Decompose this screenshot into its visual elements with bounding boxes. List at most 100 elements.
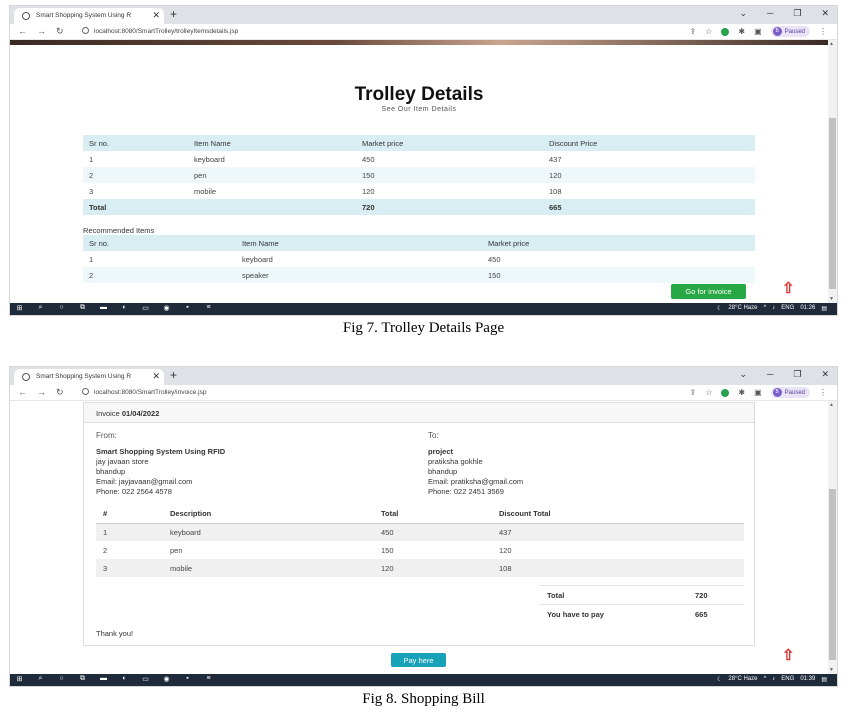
invoice-table: # Description Total Discount Total 1 key… [96,505,744,577]
chrome-icon[interactable]: ◉ [161,304,172,312]
restore-icon[interactable]: ❐ [793,369,801,380]
col-header: Discount Price [543,135,755,151]
avatar: B [772,388,782,397]
table-row: 1 keyboard 450 437 [83,151,755,167]
puzzle-icon[interactable]: ✱ [738,27,745,36]
scroll-up-icon[interactable]: ▲ [829,402,834,408]
scroll-down-icon[interactable]: ▼ [829,667,834,673]
cortana-icon[interactable]: ○ [56,675,67,683]
cell: 150 [381,545,394,555]
extension-icon[interactable] [721,388,730,397]
app-icon[interactable]: ≡ [203,675,214,683]
url-field[interactable]: localhost:8080/SmartTrolley/trolleyItems… [82,27,238,35]
profile-button[interactable]: B Paused [770,26,810,37]
puzzle-icon[interactable]: ✱ [738,388,745,397]
forward-icon[interactable]: → [37,26,46,37]
to-name: project [428,447,454,456]
new-tab-icon[interactable]: + [170,368,177,382]
extension-icon[interactable] [721,27,730,36]
notification-icon[interactable]: ▤ [821,305,827,312]
minimize-icon[interactable]: ─ [767,8,773,19]
chevron-down-icon[interactable]: ⌄ [739,369,747,380]
url-field[interactable]: localhost:8080/SmartTrolley/invoice.jsp [82,388,206,396]
pay-here-button[interactable]: Pay here [391,653,446,667]
col-header: # [96,505,163,524]
info-icon[interactable] [82,388,89,395]
search-icon[interactable]: ⌕ [35,304,46,312]
scrollbar[interactable]: ▲ ▼ [828,401,837,674]
weather-text: 28°C Haze [728,676,758,682]
browser-tab[interactable]: Smart Shopping System Using R ✕ [14,8,164,24]
windows-icon[interactable]: ⊞ [14,304,25,312]
col-header: Sr no. [83,135,188,151]
info-icon[interactable] [82,27,89,34]
url-text: localhost:8080/SmartTrolley/invoice.jsp [94,389,207,396]
to-line: bhandup [428,467,458,476]
cell: 1 [96,523,163,541]
star-icon[interactable]: ☆ [705,27,712,36]
scroll-up-icon[interactable]: ▲ [829,41,834,47]
forward-icon[interactable]: → [37,387,46,398]
minimize-icon[interactable]: ─ [767,369,773,380]
star-icon[interactable]: ☆ [705,388,712,397]
search-icon[interactable]: ⌕ [35,675,46,683]
table-row: 3 mobile 120 108 [96,559,744,577]
scrollbar-thumb[interactable] [829,489,836,660]
go-for-invoice-button[interactable]: Go for invoice [671,284,746,299]
close-window-icon[interactable]: ✕ [821,369,829,380]
scroll-down-icon[interactable]: ▼ [829,296,834,302]
windows-icon[interactable]: ⊞ [14,675,25,683]
scrollbar[interactable]: ▲ ▼ [828,40,837,303]
close-tab-icon[interactable]: ✕ [152,371,160,382]
pay-summary-row: You have to pay 665 [539,604,744,623]
file-explorer-icon[interactable]: ▬ [98,675,109,683]
new-tab-icon[interactable]: + [170,7,177,21]
chevron-down-icon[interactable]: ⌄ [739,8,747,19]
notification-icon[interactable]: ▤ [821,676,827,683]
back-icon[interactable]: ← [18,387,27,398]
back-icon[interactable]: ← [18,26,27,37]
volume-icon[interactable]: ♪ [772,305,775,312]
from-line: jay javaan store [96,457,149,466]
sidepanel-icon[interactable]: ▣ [754,27,762,36]
edge-icon[interactable]: ◐ [119,304,130,312]
close-window-icon[interactable]: ✕ [821,8,829,19]
scroll-to-top-icon[interactable]: ⇧ [782,646,795,664]
edge-icon[interactable]: ◐ [119,675,130,683]
app-icon[interactable]: ≡ [203,304,214,312]
volume-icon[interactable]: ♪ [772,676,775,683]
profile-button[interactable]: B Paused [770,387,810,398]
app-icon[interactable]: ▪ [182,304,193,312]
cell: 450 [488,254,501,264]
share-icon[interactable]: ⇪ [690,388,697,397]
lang-text[interactable]: ENG [781,305,794,312]
clock-text[interactable]: 01:26 [800,305,815,312]
scrollbar-thumb[interactable] [829,118,836,289]
app-icon[interactable]: ▭ [140,304,151,312]
taskbar-apps: ⊞ ⌕ ○ ⧉ ▬ ◐ ▭ ◉ ▪ ≡ [14,304,214,312]
close-tab-icon[interactable]: ✕ [152,10,160,21]
browser-tab[interactable]: Smart Shopping System Using R ✕ [14,369,164,385]
app-icon[interactable]: ▭ [140,675,151,683]
reload-icon[interactable]: ↻ [56,387,64,398]
summary-total-label: Total [547,591,565,600]
from-block: From: Smart Shopping System Using RFID j… [96,431,225,497]
restore-icon[interactable]: ❐ [793,8,801,19]
menu-icon[interactable]: ⋮ [819,27,827,36]
tray-chevron-icon[interactable]: ^ [763,305,766,312]
file-explorer-icon[interactable]: ▬ [98,304,109,312]
share-icon[interactable]: ⇪ [690,27,697,36]
chrome-icon[interactable]: ◉ [161,675,172,683]
app-icon[interactable]: ▪ [182,675,193,683]
cortana-icon[interactable]: ○ [56,304,67,312]
clock-text[interactable]: 01:39 [800,676,815,683]
col-header: Discount Total [492,505,744,524]
task-view-icon[interactable]: ⧉ [77,304,88,312]
menu-icon[interactable]: ⋮ [819,388,827,397]
task-view-icon[interactable]: ⧉ [77,675,88,683]
reload-icon[interactable]: ↻ [56,26,64,37]
tray-chevron-icon[interactable]: ^ [763,676,766,683]
scroll-to-top-icon[interactable]: ⇧ [782,279,795,297]
sidepanel-icon[interactable]: ▣ [754,388,762,397]
lang-text[interactable]: ENG [781,676,794,683]
